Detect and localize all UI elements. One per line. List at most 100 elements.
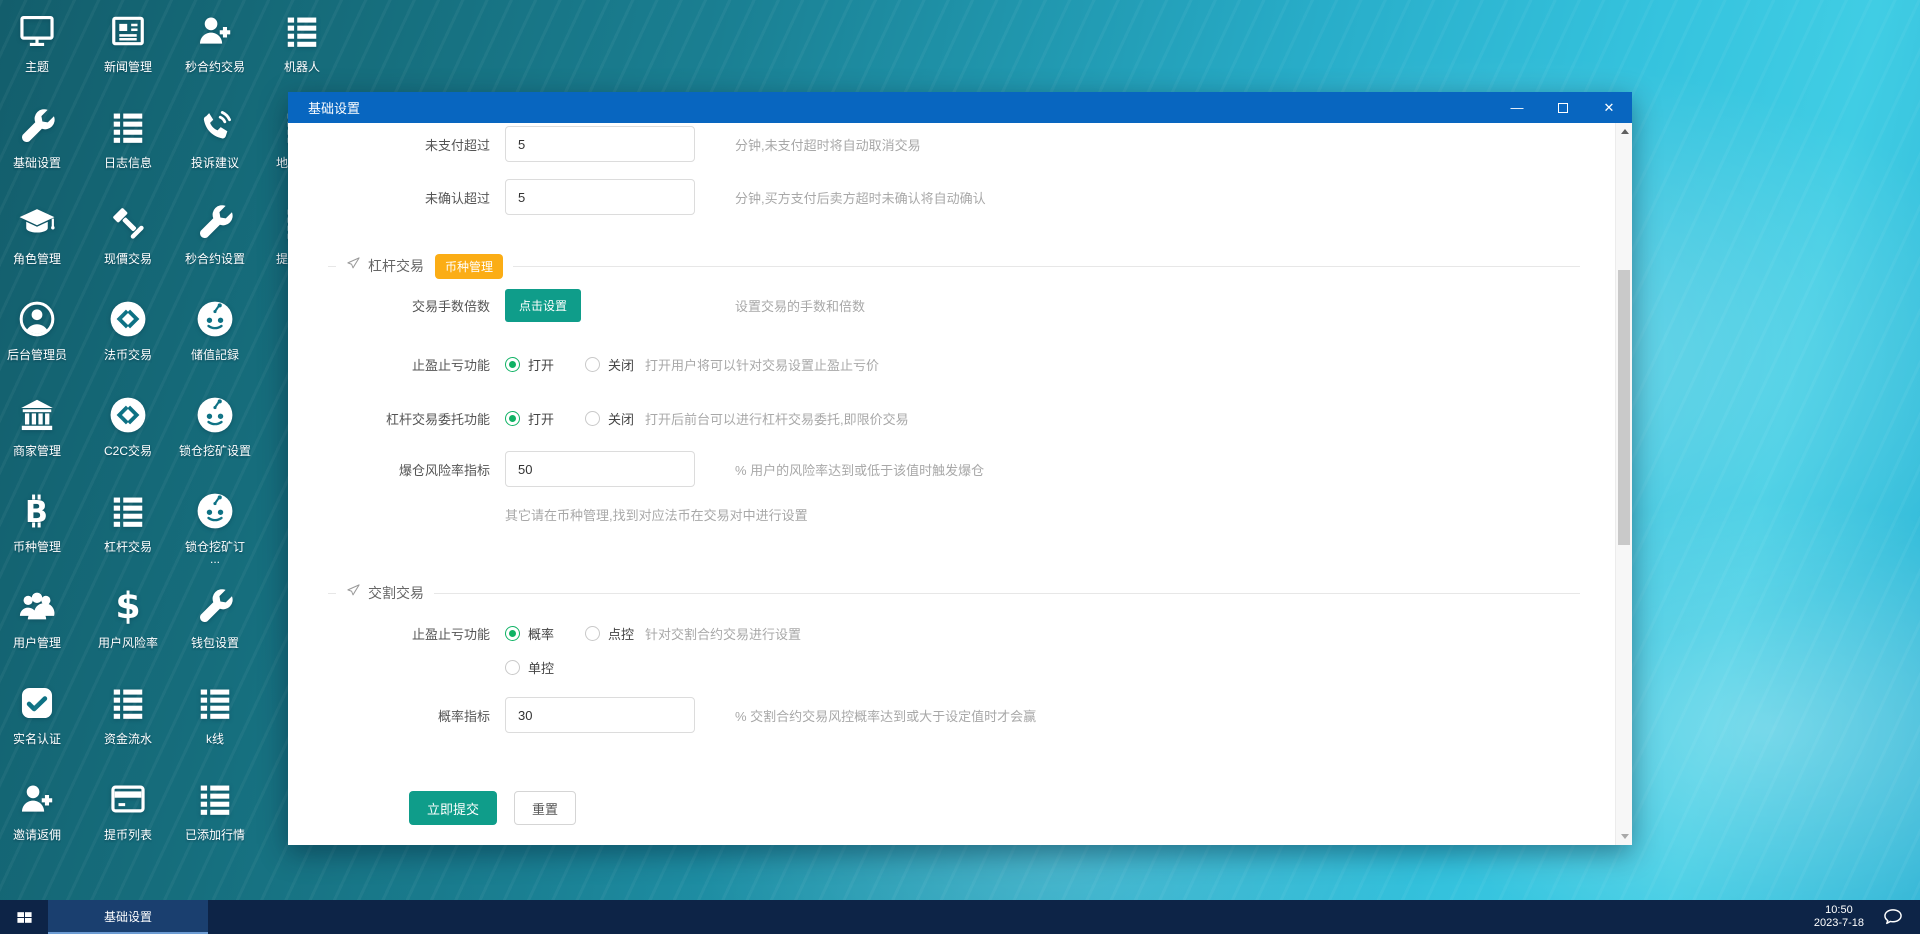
desktop-icon-label: 机器人 <box>283 60 320 74</box>
unconfirmed-timeout-input[interactable] <box>505 179 695 215</box>
user-plus-icon <box>15 779 59 819</box>
liquidation-risk-rate-input[interactable] <box>505 451 695 487</box>
desktop-icon[interactable]: 储值記録 <box>171 299 259 363</box>
desktop-icon[interactable]: 已添加行情 <box>171 779 259 843</box>
radio-option[interactable]: 打开 <box>505 408 554 428</box>
wrench-icon <box>193 587 237 627</box>
radio-option-label: 打开 <box>528 357 555 373</box>
reddit-icon <box>193 299 237 339</box>
taskbar-clock[interactable]: 10:50 2023-7-18 <box>1814 904 1864 930</box>
desktop-icon[interactable]: 杠杆交易 <box>84 491 172 555</box>
delivery-mode-extra-row: 单控 <box>288 657 1615 677</box>
radio-option-label: 打开 <box>528 411 555 427</box>
taskbar-item-basic-settings[interactable]: 基础设置 <box>48 900 208 934</box>
desktop-icon-label: 现價交易 <box>103 252 152 266</box>
desktop-icon[interactable]: 新闻管理 <box>84 11 172 75</box>
radio-unselected-icon[interactable] <box>505 659 520 675</box>
radio-option[interactable]: 概率 <box>505 623 554 643</box>
gg-icon <box>106 395 150 435</box>
desktop-icon-label: 投诉建议 <box>190 156 239 170</box>
vertical-scrollbar[interactable] <box>1615 123 1632 845</box>
monitor-icon <box>15 11 59 51</box>
unpaid-timeout-input[interactable] <box>505 126 695 162</box>
paper-plane-icon <box>346 583 361 603</box>
desktop-icon[interactable]: B 币种管理 <box>0 491 81 555</box>
trade-lots-multiplier-button[interactable]: 点击设置 <box>505 289 582 322</box>
desktop-icon[interactable]: 角色管理 <box>0 203 81 267</box>
desktop-icon[interactable]: 邀请返佣 <box>0 779 81 843</box>
leverage-entrust-toggle-row: 杠杆交易委托功能 打开 关闭 打开后前台可以进行杠杆交易委托,即限价交易 <box>288 408 1615 428</box>
chat-bubble-icon[interactable] <box>1882 906 1904 928</box>
desktop-icon[interactable]: 实名认证 <box>0 683 81 747</box>
desktop-icon[interactable]: 主题 <box>0 11 81 75</box>
radio-option[interactable]: 关闭 <box>585 354 634 374</box>
window-body: 未支付超过 分钟,未支付超时将自动取消交易未确认超过 分钟,买方支付后卖方超时未确认… <box>288 123 1632 845</box>
submit-button[interactable]: 立即提交 <box>409 791 497 825</box>
grad-cap-icon <box>15 203 59 243</box>
radio-unselected-icon[interactable] <box>585 625 600 641</box>
delivery-section-header: 交割交易 <box>336 581 434 605</box>
probability-indicator-input[interactable] <box>505 697 695 733</box>
desktop-icon-label: 主题 <box>24 60 49 74</box>
desktop-icon[interactable]: 资金流水 <box>84 683 172 747</box>
desktop-icon[interactable]: $ 用户风险率 <box>84 587 172 651</box>
radio-option-label: 概率 <box>528 626 555 642</box>
desktop-icon-label: C2C交易 <box>103 444 152 458</box>
section-divider-line <box>328 266 1580 267</box>
radio-unselected-icon[interactable] <box>585 410 600 426</box>
radio-option[interactable]: 点控 <box>585 623 634 643</box>
reddit-icon <box>193 395 237 435</box>
bitcoin-icon: B <box>15 491 59 531</box>
radio-selected-icon[interactable] <box>505 410 520 426</box>
delivery-section-title: 交割交易 <box>368 585 424 601</box>
desktop-icon[interactable]: 用户管理 <box>0 587 81 651</box>
desktop-icon[interactable]: 基础设置 <box>0 107 81 171</box>
radio-selected-icon[interactable] <box>505 625 520 641</box>
desktop-icon-label: 用户管理 <box>12 636 61 650</box>
taskbar: 基础设置 10:50 2023-7-18 <box>0 900 1920 934</box>
reset-button[interactable]: 重置 <box>514 791 576 825</box>
desktop-icon[interactable]: 法币交易 <box>84 299 172 363</box>
desktop-icon[interactable]: 提币列表 <box>84 779 172 843</box>
desktop-icon[interactable]: 投诉建议 <box>171 107 259 171</box>
scroll-up-arrow[interactable] <box>1616 123 1632 140</box>
start-button[interactable] <box>0 900 48 934</box>
radio-unselected-icon[interactable] <box>585 356 600 372</box>
radio-option[interactable]: 关闭 <box>585 408 634 428</box>
windows-logo-icon <box>16 911 32 923</box>
minimize-button[interactable]: — <box>1494 92 1540 123</box>
desktop-icon-label: 提 <box>275 252 288 266</box>
radio-option[interactable]: 单控 <box>505 657 554 677</box>
desktop-icon-label: 已添加行情 <box>184 828 245 842</box>
desktop-icon[interactable]: 日志信息 <box>84 107 172 171</box>
unpaid-timeout-hint: 分钟,未支付超时将自动取消交易 <box>735 137 921 153</box>
list-icon <box>106 107 150 147</box>
desktop-icon[interactable]: 钱包设置 <box>171 587 259 651</box>
maximize-button[interactable] <box>1540 92 1586 123</box>
currency-manage-badge[interactable]: 币种管理 <box>435 253 504 279</box>
desktop-icon[interactable]: k线 <box>171 683 259 747</box>
desktop-icon-label: 钱包设置 <box>190 636 239 650</box>
desktop-icon[interactable]: 商家管理 <box>0 395 81 459</box>
window-titlebar: 基础设置 — ✕ <box>288 92 1632 123</box>
desktop-icon[interactable]: 秒合约设置 <box>171 203 259 267</box>
liquidation-risk-rate-row: 爆仓风险率指标 % 用户的风险率达到或低于该值时触发爆仓 <box>288 451 1615 487</box>
scrollbar-thumb[interactable] <box>1618 270 1630 545</box>
stop-profit-loss-toggle-row: 止盈止亏功能 打开 关闭 打开用户将可以针对交易设置止盈止亏价 <box>288 354 1615 374</box>
list-icon <box>106 491 150 531</box>
desktop-icon[interactable]: 机器人 <box>258 11 346 75</box>
desktop-icon[interactable]: 秒合约交易 <box>171 11 259 75</box>
clock-time: 10:50 <box>1825 904 1853 916</box>
desktop-icon[interactable]: 锁仓挖矿订... <box>171 491 259 563</box>
radio-selected-icon[interactable] <box>505 356 520 372</box>
desktop-icon[interactable]: C2C交易 <box>84 395 172 459</box>
gg-icon <box>106 299 150 339</box>
desktop-icon[interactable]: 后台管理员 <box>0 299 81 363</box>
delivery-stop-profit-loss-mode-hint: 针对交割合约交易进行设置 <box>645 626 802 642</box>
radio-option[interactable]: 打开 <box>505 354 554 374</box>
scroll-down-arrow[interactable] <box>1616 828 1632 845</box>
desktop-icon[interactable]: 现價交易 <box>84 203 172 267</box>
close-button[interactable]: ✕ <box>1586 92 1632 123</box>
desktop: 主题 新闻管理 秒合约交易 机器人 基础设置 日志信息 投诉建议地角色管理 现價交易 秒合约设置… <box>0 0 1920 934</box>
desktop-icon[interactable]: 锁仓挖矿设置 <box>171 395 259 459</box>
